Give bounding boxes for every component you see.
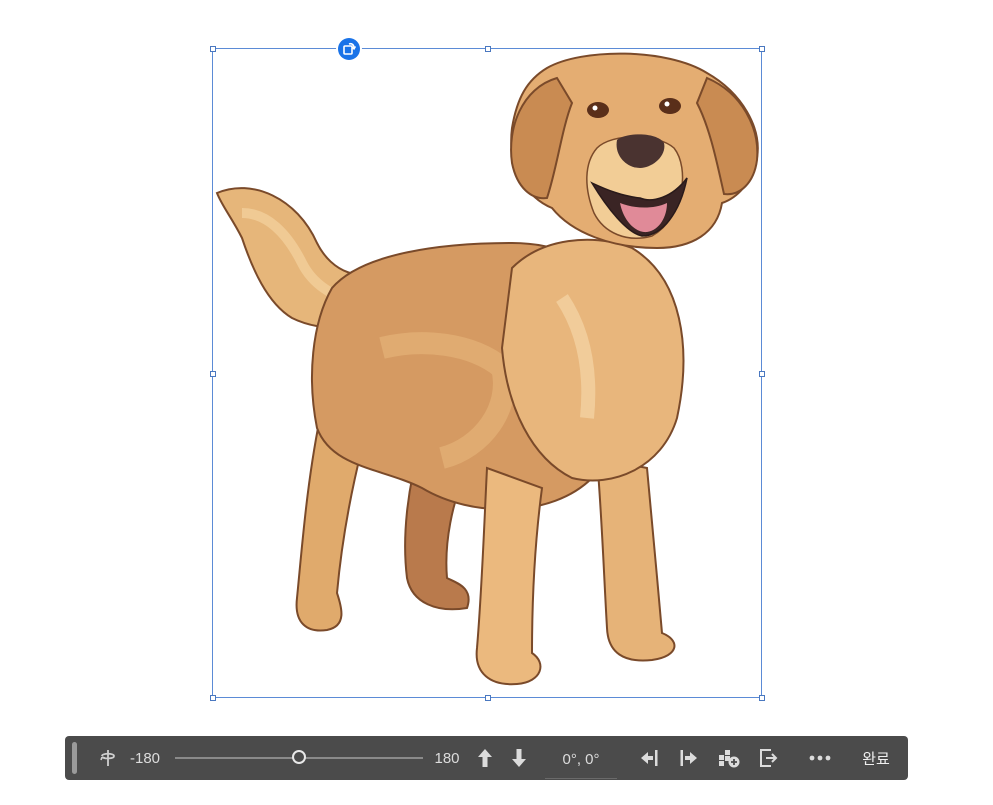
rotate-icon[interactable] [338,38,360,60]
rotation-toolbar: -180 180 0°, 0° 완료 [65,736,908,780]
align-left-icon[interactable] [636,736,662,780]
slider-thumb[interactable] [292,750,306,764]
done-button[interactable]: 완료 [853,736,899,780]
export-icon[interactable] [755,736,783,780]
align-right-icon[interactable] [676,736,702,780]
resize-handle-right[interactable] [759,371,765,377]
resize-handle-left[interactable] [210,371,216,377]
slider-min-label: -180 [129,749,161,767]
resize-handle-top-right[interactable] [759,46,765,52]
rotation-axis-icon[interactable] [95,736,121,780]
resize-handle-bottom-left[interactable] [210,695,216,701]
angle-readout[interactable]: 0°, 0° [545,740,617,779]
resize-handle-top[interactable] [485,46,491,52]
slider-max-label: 180 [434,749,460,767]
toolbar-drag-handle[interactable] [72,742,77,774]
document-canvas[interactable] [0,0,993,730]
resize-handle-bottom-right[interactable] [759,695,765,701]
resize-handle-bottom[interactable] [485,695,491,701]
resize-handle-top-left[interactable] [210,46,216,52]
golden-retriever-image[interactable] [212,48,762,698]
arrow-up-icon[interactable] [472,736,498,780]
add-icon[interactable] [715,736,743,780]
arrow-down-icon[interactable] [506,736,532,780]
more-icon[interactable] [806,736,834,780]
